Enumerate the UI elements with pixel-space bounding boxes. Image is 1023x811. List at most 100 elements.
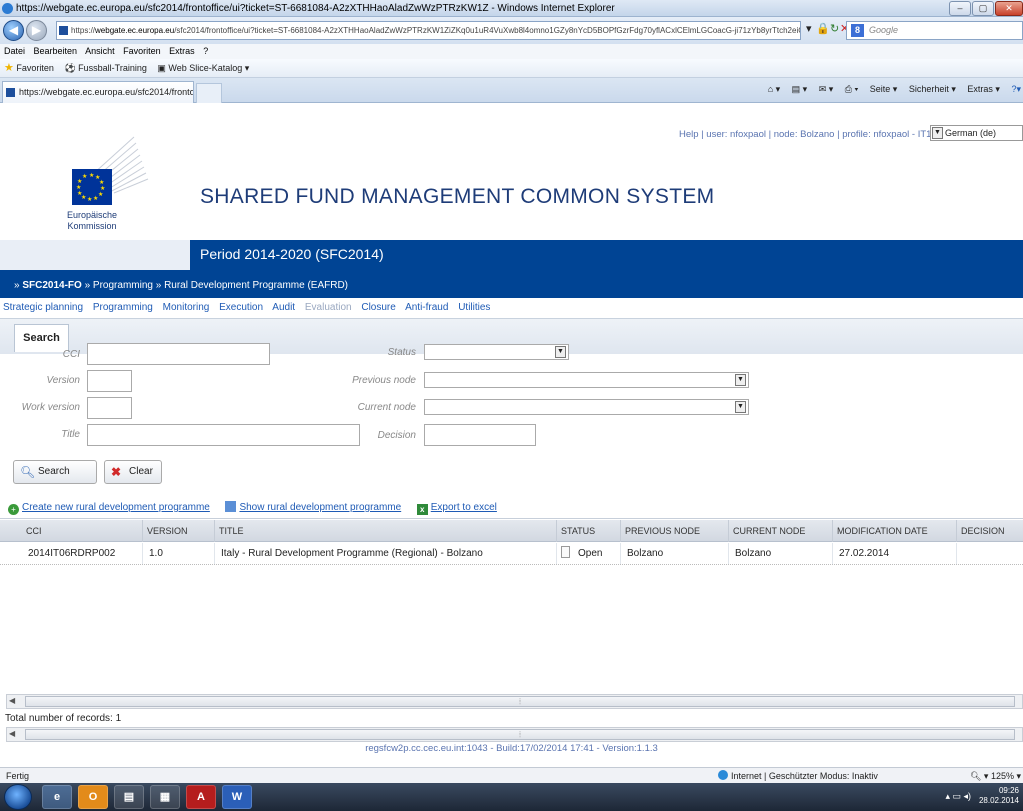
column-header-version[interactable]: VERSION bbox=[142, 520, 214, 542]
chevron-down-icon: ▼ bbox=[932, 127, 943, 139]
help-icon[interactable]: ?▾ bbox=[1011, 84, 1021, 94]
outlook-taskbar-icon[interactable]: O bbox=[78, 785, 108, 809]
grid-horizontal-scrollbar[interactable]: ◀ ⦙ bbox=[6, 694, 1023, 709]
page-horizontal-scrollbar[interactable]: ◀ ⦙ bbox=[6, 727, 1023, 742]
forward-button[interactable]: ▶ bbox=[26, 20, 47, 41]
column-header-status[interactable]: STATUS bbox=[556, 520, 620, 542]
column-header-previous-node[interactable]: PREVIOUS NODE bbox=[620, 520, 728, 542]
tab-row: https://webgate.ec.europa.eu/sfc2014/fro… bbox=[0, 78, 1023, 103]
nav-anti-fraud[interactable]: Anti-fraud bbox=[405, 302, 448, 313]
nav-monitoring[interactable]: Monitoring bbox=[163, 302, 210, 313]
minimize-button[interactable]: – bbox=[949, 1, 971, 16]
close-window-button[interactable]: ✕ bbox=[995, 1, 1023, 16]
column-header-decision[interactable]: DECISION bbox=[956, 520, 1023, 542]
feeds-icon[interactable]: ▤ ▾ bbox=[792, 84, 808, 94]
maximize-button[interactable]: ▢ bbox=[972, 1, 994, 16]
zoom-control[interactable]: 🔍︎ ▾ 125% ▾ bbox=[970, 768, 1021, 784]
nav-closure[interactable]: Closure bbox=[361, 302, 395, 313]
acrobat-taskbar-icon[interactable]: A bbox=[186, 785, 216, 809]
search-icon: 🔍︎ bbox=[20, 465, 36, 479]
menu-item[interactable]: ? bbox=[203, 46, 208, 56]
status-select[interactable]: ▼ bbox=[424, 344, 569, 360]
scroll-left-icon[interactable]: ◀ bbox=[9, 729, 15, 738]
nav-links: Strategic planning Programming Monitorin… bbox=[3, 302, 497, 313]
chevron-down-icon: ▼ bbox=[555, 346, 566, 358]
add-icon: + bbox=[8, 504, 19, 515]
create-rdp-link[interactable]: Create new rural development programme bbox=[22, 502, 210, 513]
dropdown-icon[interactable]: ▾ bbox=[806, 22, 812, 35]
security-zone[interactable]: Internet | Geschützter Modus: Inaktiv bbox=[718, 768, 878, 784]
url-input[interactable]: https://webgate.ec.europa.eu/sfc2014/fro… bbox=[56, 21, 801, 40]
favorites-label[interactable]: Favoriten bbox=[16, 63, 54, 73]
explorer-taskbar-icon[interactable]: ▤ bbox=[114, 785, 144, 809]
column-header-title[interactable]: TITLE bbox=[214, 520, 556, 542]
search-button[interactable]: 🔍︎ Search bbox=[13, 460, 97, 484]
calculator-taskbar-icon[interactable]: ▦ bbox=[150, 785, 180, 809]
home-icon[interactable]: ⌂ ▾ bbox=[768, 84, 780, 94]
browser-tab[interactable]: https://webgate.ec.europa.eu/sfc2014/fro… bbox=[2, 81, 194, 103]
search-box[interactable]: 8 Google bbox=[846, 21, 1023, 40]
cell-title: Italy - Rural Development Programme (Reg… bbox=[214, 543, 556, 564]
previous-node-select[interactable]: ▼ bbox=[424, 372, 749, 388]
refresh-icon[interactable]: ↻ bbox=[830, 22, 839, 35]
version-input[interactable] bbox=[87, 370, 132, 392]
column-header-current-node[interactable]: CURRENT NODE bbox=[728, 520, 832, 542]
mail-icon[interactable]: ✉ ▾ bbox=[819, 84, 834, 94]
word-taskbar-icon[interactable]: W bbox=[222, 785, 252, 809]
clear-button[interactable]: ✖ Clear bbox=[104, 460, 162, 484]
print-icon[interactable]: ⎙ ▾ bbox=[845, 84, 858, 94]
total-records: Total number of records: 1 bbox=[5, 713, 122, 724]
decision-input[interactable] bbox=[424, 424, 536, 446]
menu-item[interactable]: Bearbeiten bbox=[34, 46, 78, 56]
tools-menu[interactable]: Extras ▾ bbox=[967, 84, 1000, 94]
current-node-select[interactable]: ▼ bbox=[424, 399, 749, 415]
menu-item[interactable]: Favoriten bbox=[123, 46, 161, 56]
cell-status: Open bbox=[556, 543, 620, 564]
svg-text:★: ★ bbox=[93, 195, 98, 202]
work-version-input[interactable] bbox=[87, 397, 132, 419]
menu-item[interactable]: Datei bbox=[4, 46, 25, 56]
clock[interactable]: 09:26 28.02.2014 bbox=[979, 786, 1019, 806]
clear-x-icon: ✖ bbox=[111, 465, 122, 479]
menu-item[interactable]: Extras bbox=[169, 46, 195, 56]
grid-header: CCI VERSION TITLE STATUS PREVIOUS NODE C… bbox=[0, 520, 1023, 542]
scroll-left-icon[interactable]: ◀ bbox=[9, 696, 15, 705]
favorites-star-icon[interactable]: ★ bbox=[4, 62, 14, 74]
nav-execution[interactable]: Execution bbox=[219, 302, 263, 313]
menu-item[interactable]: Ansicht bbox=[85, 46, 115, 56]
safety-menu[interactable]: Sicherheit ▾ bbox=[909, 84, 956, 94]
export-excel-link[interactable]: Export to excel bbox=[431, 502, 497, 513]
cell-decision bbox=[956, 543, 1023, 564]
user-info[interactable]: Help | user: nfoxpaol | node: Bolzano | … bbox=[679, 129, 937, 140]
window-title: https://webgate.ec.europa.eu/sfc2014/fro… bbox=[16, 3, 615, 14]
column-header-modification-date[interactable]: MODIFICATION DATE bbox=[832, 520, 956, 542]
scroll-thumb[interactable]: ⦙ bbox=[25, 696, 1015, 707]
tab-search[interactable]: Search bbox=[14, 324, 69, 352]
google-icon: 8 bbox=[851, 24, 864, 37]
column-header-cci[interactable]: CCI bbox=[22, 520, 140, 542]
svg-text:★: ★ bbox=[77, 190, 82, 197]
page-menu[interactable]: Seite ▾ bbox=[870, 84, 898, 94]
new-tab-button[interactable] bbox=[196, 83, 222, 103]
nav-utilities[interactable]: Utilities bbox=[458, 302, 490, 313]
back-button[interactable]: ◀ bbox=[3, 20, 24, 41]
ie-taskbar-icon[interactable]: e bbox=[42, 785, 72, 809]
status-label: Status bbox=[387, 347, 416, 358]
tray-icons[interactable]: ▴ ▭ ◂) bbox=[945, 791, 971, 802]
command-bar: ⌂ ▾ ▤ ▾ ✉ ▾ ⎙ ▾ Seite ▾ Sicherheit ▾ Ext… bbox=[759, 84, 1021, 95]
scroll-thumb[interactable]: ⦙ bbox=[25, 729, 1015, 740]
lock-icon[interactable]: 🔒 bbox=[816, 22, 830, 35]
cci-input[interactable] bbox=[87, 343, 270, 365]
nav-evaluation: Evaluation bbox=[304, 302, 352, 313]
breadcrumb-root[interactable]: SFC2014-FO bbox=[22, 280, 81, 291]
start-button[interactable] bbox=[4, 784, 32, 810]
favorite-web-slice-katalog[interactable]: ▣ Web Slice-Katalog ▾ bbox=[157, 63, 249, 73]
nav-audit[interactable]: Audit bbox=[272, 302, 295, 313]
breadcrumb-rest[interactable]: » Programming » Rural Development Progra… bbox=[85, 280, 348, 291]
favorite-fussball-training[interactable]: ⚽ Fussball-Training bbox=[64, 63, 146, 73]
current-node-label: Current node bbox=[357, 402, 416, 413]
language-select[interactable]: ▼ German (de) bbox=[930, 125, 1023, 141]
show-rdp-link[interactable]: Show rural development programme bbox=[239, 502, 401, 513]
nav-programming[interactable]: Programming bbox=[93, 302, 153, 313]
nav-strategic-planning[interactable]: Strategic planning bbox=[3, 302, 83, 313]
